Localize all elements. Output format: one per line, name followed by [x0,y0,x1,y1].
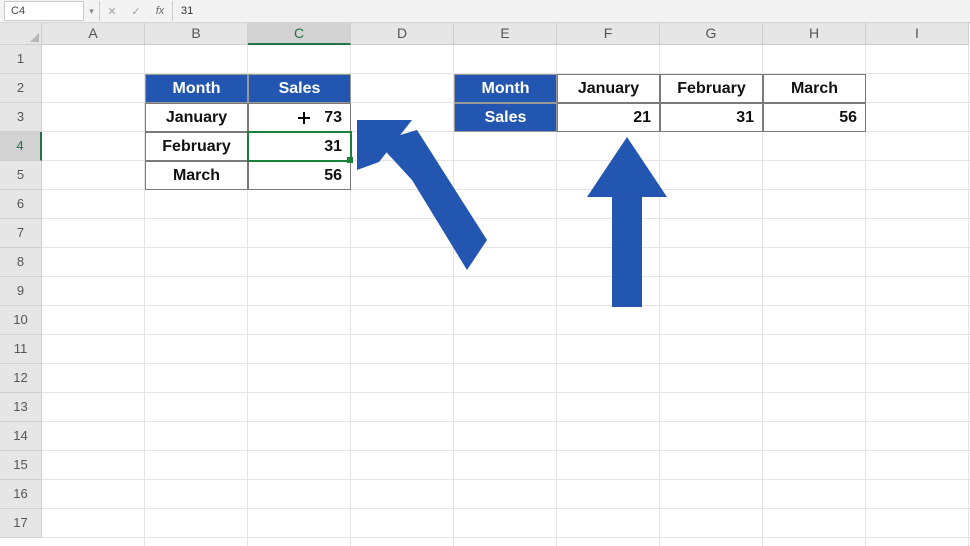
row-header-17[interactable]: 17 [0,509,42,538]
row-header-15[interactable]: 15 [0,451,42,480]
col-header-C[interactable]: C [248,23,351,45]
row-header-3[interactable]: 3 [0,103,42,132]
row-header-2[interactable]: 2 [0,74,42,103]
row-header-4[interactable]: 4 [0,132,42,161]
col-header-A[interactable]: A [42,23,145,45]
name-box[interactable]: C4 [4,1,84,21]
formula-bar-value: 31 [181,5,193,17]
row-header-5[interactable]: 5 [0,161,42,190]
name-box-value: C4 [11,5,25,17]
col-header-G[interactable]: G [660,23,763,45]
formula-controls: ✕ ✓ fx [100,1,172,21]
cell-E3[interactable]: Sales [454,103,557,132]
row-headers: 1 2 3 4 5 6 7 8 9 10 11 12 13 14 15 16 1… [0,45,42,546]
formula-toolbar: C4 ▾ ✕ ✓ fx 31 [0,0,970,23]
col-header-E[interactable]: E [454,23,557,45]
cell-C4[interactable]: 31 [248,132,351,161]
cell-C3[interactable]: 73 [248,103,351,132]
row-header-14[interactable]: 14 [0,422,42,451]
col-header-B[interactable]: B [145,23,248,45]
cell-E2[interactable]: Month [454,74,557,103]
row-header-7[interactable]: 7 [0,219,42,248]
fx-icon[interactable]: fx [148,5,172,17]
row-header-8[interactable]: 8 [0,248,42,277]
cell-G3[interactable]: 31 [660,103,763,132]
cell-B4[interactable]: February [145,132,248,161]
row-header-6[interactable]: 6 [0,190,42,219]
cell-C5[interactable]: 56 [248,161,351,190]
row-header-13[interactable]: 13 [0,393,42,422]
row-header-12[interactable]: 12 [0,364,42,393]
cell-G2[interactable]: February [660,74,763,103]
col-header-H[interactable]: H [763,23,866,45]
cell-F3[interactable]: 21 [557,103,660,132]
formula-bar[interactable]: 31 [172,1,970,21]
column-headers: A B C D E F G H I [0,23,970,45]
grid-cells[interactable]: Month Sales January 73 February 31 March… [42,45,970,546]
cell-B2[interactable]: Month [145,74,248,103]
row-header-11[interactable]: 11 [0,335,42,364]
row-header-16[interactable]: 16 [0,480,42,509]
cell-B3[interactable]: January [145,103,248,132]
col-header-I[interactable]: I [866,23,969,45]
cancel-icon[interactable]: ✕ [100,5,124,18]
cell-H3[interactable]: 56 [763,103,866,132]
row-header-1[interactable]: 1 [0,45,42,74]
row-header-9[interactable]: 9 [0,277,42,306]
row-header-10[interactable]: 10 [0,306,42,335]
col-header-D[interactable]: D [351,23,454,45]
col-header-F[interactable]: F [557,23,660,45]
cell-H2[interactable]: March [763,74,866,103]
arrow-icon [357,120,497,280]
select-all-button[interactable] [0,23,42,45]
arrow-up-icon [587,137,667,307]
spreadsheet: A B C D E F G H I 1 2 3 4 5 6 7 8 9 10 1… [0,23,970,546]
confirm-icon[interactable]: ✓ [124,5,148,18]
cell-B5[interactable]: March [145,161,248,190]
cell-C2[interactable]: Sales [248,74,351,103]
name-box-dropdown[interactable]: ▾ [84,1,100,21]
cell-F2[interactable]: January [557,74,660,103]
